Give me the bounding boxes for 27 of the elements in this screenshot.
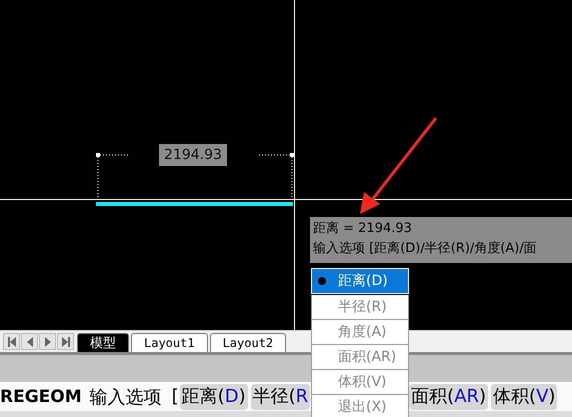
menu-item[interactable]: 面积(AR): [311, 345, 409, 370]
tab-prev-icon: [24, 336, 34, 348]
menu-item[interactable]: 距离(D): [311, 268, 409, 294]
menu-item[interactable]: 退出(X): [311, 395, 409, 417]
dimension-value: 2194.93: [159, 144, 227, 166]
command-option[interactable]: 距离(D): [180, 384, 248, 410]
command-option[interactable]: 面积(AR): [409, 384, 488, 410]
layout-tab[interactable]: Layout1: [131, 333, 208, 352]
tab-next-button[interactable]: [39, 333, 56, 350]
tab-prev-button[interactable]: [21, 333, 38, 350]
command-option[interactable]: 半径(R: [250, 384, 310, 410]
tab-first-button[interactable]: [3, 333, 20, 350]
menu-item[interactable]: 角度(A): [311, 320, 409, 345]
tab-first-icon: [6, 336, 16, 348]
menu-item[interactable]: 体积(V): [311, 370, 409, 395]
command-name: REGEOM: [0, 386, 82, 406]
tab-next-icon: [42, 336, 52, 348]
tab-last-icon: [60, 336, 70, 348]
bracket-text: [: [172, 386, 179, 407]
command-prompt: 输入选项: [90, 386, 162, 408]
tab-last-button[interactable]: [57, 333, 74, 350]
tooltip-text: 输入选项 [距离(D)/半径(R)/角度(A)/面: [313, 241, 537, 256]
layout-tab[interactable]: Layout2: [210, 333, 286, 352]
tooltip-text: 距离 = 2194.93: [313, 221, 412, 236]
menu-item[interactable]: 半径(R): [311, 295, 409, 320]
command-option[interactable]: 体积(V): [491, 384, 558, 410]
layout-tab[interactable]: 模型: [77, 333, 129, 352]
